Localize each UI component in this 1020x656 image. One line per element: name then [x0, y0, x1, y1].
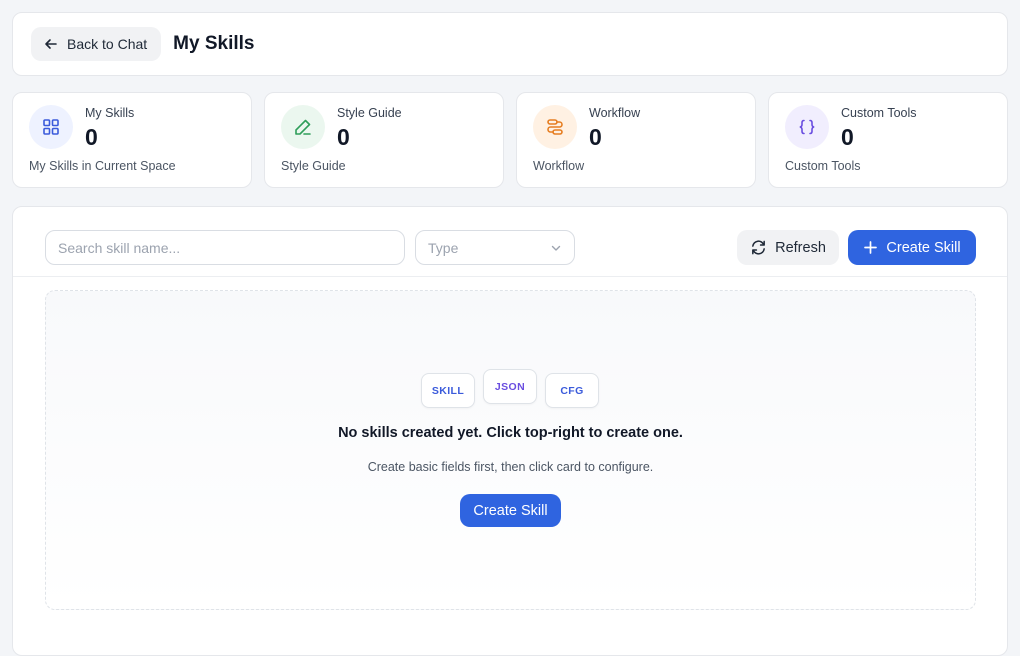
stat-label: Style Guide [337, 106, 402, 120]
empty-state: SKILL JSON CFG No skills created yet. Cl… [45, 290, 976, 610]
stat-value: 0 [589, 124, 602, 150]
back-to-chat-button[interactable]: Back to Chat [31, 27, 162, 61]
chip-cfg: CFG [545, 373, 599, 408]
stat-subtitle: Custom Tools [785, 159, 861, 173]
stat-value: 0 [85, 124, 98, 150]
refresh-label: Refresh [775, 239, 826, 256]
skills-toolbar: Type Refresh Create Skill [13, 207, 1007, 277]
stat-subtitle: Style Guide [281, 159, 346, 173]
stat-label: My Skills [85, 106, 135, 120]
stat-value: 0 [841, 124, 854, 150]
empty-state-title: No skills created yet. Click top-right t… [338, 425, 683, 441]
chip-skill: SKILL [421, 373, 475, 408]
workflow-icon [533, 105, 577, 149]
stat-subtitle: Workflow [533, 159, 585, 173]
arrow-left-icon [45, 39, 57, 49]
type-select[interactable]: Type [415, 230, 575, 265]
stat-value: 0 [337, 124, 350, 150]
pencil-icon [281, 105, 325, 149]
create-skill-button[interactable]: Create Skill [848, 230, 976, 265]
stat-card-custom-tools: Custom Tools 0 Custom Tools [768, 92, 1008, 188]
page-title: My Skills [173, 33, 255, 54]
type-select-placeholder: Type [428, 239, 459, 256]
page-header: Back to Chat My Skills [12, 12, 1008, 76]
braces-icon [785, 105, 829, 149]
chip-json: JSON [483, 369, 537, 404]
search-input[interactable] [45, 230, 405, 265]
empty-create-skill-button[interactable]: Create Skill [460, 494, 561, 527]
refresh-icon [752, 240, 766, 255]
stat-subtitle: My Skills in Current Space [29, 159, 176, 173]
back-to-chat-label: Back to Chat [67, 36, 148, 52]
stat-card-workflow: Workflow 0 Workflow [516, 92, 756, 188]
refresh-button[interactable]: Refresh [737, 230, 839, 265]
stat-card-my-skills: My Skills 0 My Skills in Current Space [12, 92, 252, 188]
create-skill-label: Create Skill [886, 239, 961, 256]
plus-icon [864, 241, 878, 254]
stat-label: Workflow [589, 106, 641, 120]
skills-panel: Type Refresh Create Skill SKILL JSON CFG… [12, 206, 1008, 656]
stat-label: Custom Tools [841, 106, 917, 120]
stat-card-style-guide: Style Guide 0 Style Guide [264, 92, 504, 188]
empty-create-skill-label: Create Skill [473, 502, 548, 519]
stats-row: My Skills 0 My Skills in Current Space S… [12, 92, 1008, 188]
empty-state-subtitle: Create basic fields first, then click ca… [367, 460, 654, 474]
chevron-down-icon [551, 245, 561, 251]
grid-icon [29, 105, 73, 149]
